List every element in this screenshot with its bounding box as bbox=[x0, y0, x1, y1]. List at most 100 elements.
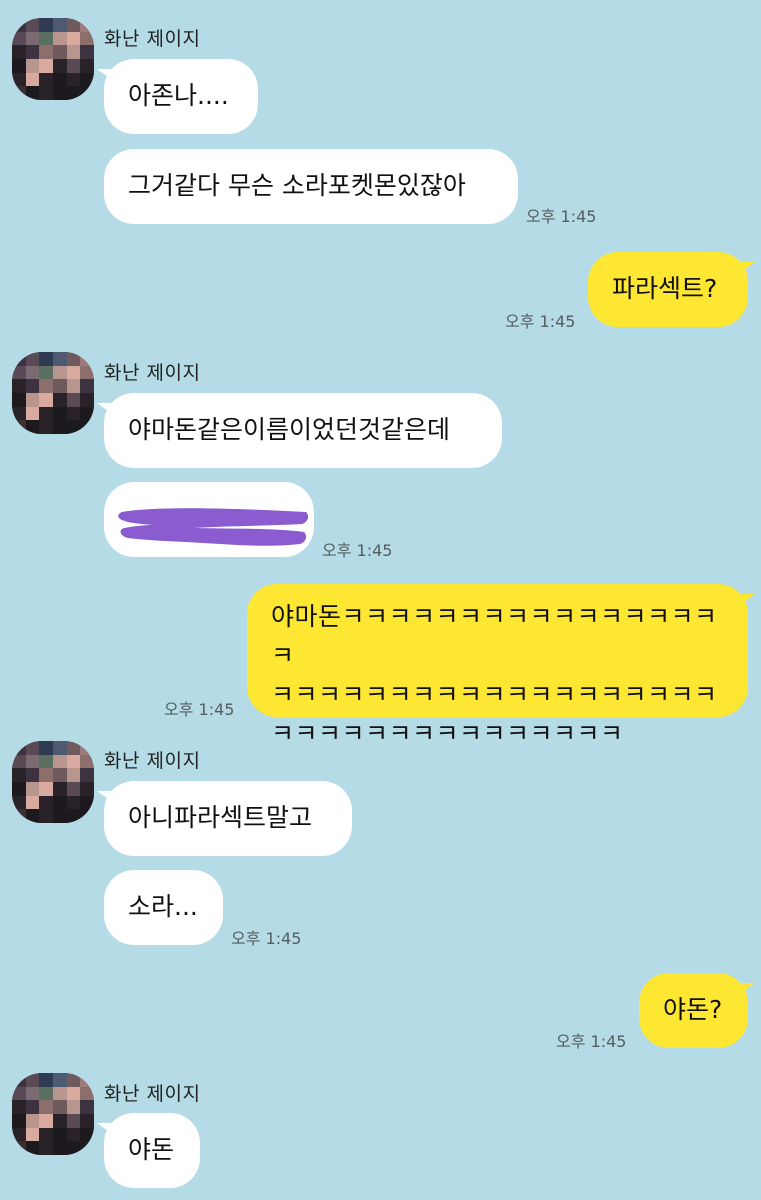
avatar-pixel bbox=[80, 795, 94, 810]
avatar-pixel bbox=[80, 420, 94, 434]
avatar-pixel bbox=[66, 795, 81, 810]
incoming-message[interactable]: 아니파라섹트말고 bbox=[97, 781, 352, 856]
avatar-pixel bbox=[12, 72, 26, 87]
avatar-pixel bbox=[39, 420, 53, 434]
avatar-pixel bbox=[39, 406, 53, 421]
avatar[interactable] bbox=[12, 1073, 94, 1155]
incoming-message[interactable]: 아존나.... bbox=[97, 59, 258, 134]
avatar-pixel bbox=[25, 768, 40, 782]
avatar-pixel bbox=[12, 1073, 26, 1087]
avatar-pixel bbox=[25, 1141, 40, 1155]
avatar-pixel bbox=[53, 1114, 67, 1128]
avatar-pixel bbox=[53, 420, 67, 434]
avatar-pixel bbox=[80, 352, 94, 366]
incoming-message[interactable]: 야마돈같은이름이었던것같은데 bbox=[97, 393, 502, 468]
avatar-pixel bbox=[80, 1127, 94, 1142]
avatar-pixel bbox=[25, 1073, 40, 1087]
avatar-pixel bbox=[66, 741, 81, 755]
avatar-pixel bbox=[53, 59, 67, 73]
message-time: 오후 1:45 bbox=[164, 700, 235, 719]
avatar-pixel bbox=[39, 782, 53, 796]
message-text: 소라... bbox=[128, 892, 198, 921]
avatar-pixel bbox=[80, 1073, 94, 1087]
avatar-pixel bbox=[80, 754, 94, 769]
avatar-pixel bbox=[12, 420, 26, 434]
message-text: 그거같다 무슨 소라포켓몬있잖아 bbox=[128, 171, 466, 200]
sender-name: 화난 제이지 bbox=[104, 28, 201, 50]
avatar-pixel bbox=[80, 31, 94, 46]
outgoing-message[interactable]: 파라섹트? bbox=[588, 252, 755, 327]
avatar-pixel bbox=[12, 741, 26, 755]
incoming-message[interactable]: 그거같다 무슨 소라포켓몬있잖아 bbox=[104, 149, 518, 224]
avatar-pixel bbox=[12, 352, 26, 366]
message-text: 아존나.... bbox=[128, 81, 229, 110]
message-time: 오후 1:45 bbox=[505, 312, 576, 331]
avatar-pixel bbox=[80, 365, 94, 380]
message-text: 야돈 bbox=[128, 1135, 175, 1164]
avatar-pixel bbox=[39, 59, 53, 73]
avatar-pixel bbox=[80, 59, 94, 73]
avatar-pixel bbox=[53, 1127, 67, 1142]
avatar-pixel bbox=[39, 86, 53, 100]
avatar-pixel bbox=[12, 1100, 26, 1114]
avatar-pixel bbox=[53, 795, 67, 810]
avatar-pixel bbox=[53, 352, 67, 366]
avatar-pixel bbox=[66, 420, 81, 434]
incoming-message[interactable]: 소라... bbox=[104, 870, 223, 945]
avatar-pixel bbox=[25, 420, 40, 434]
avatar-pixel bbox=[53, 45, 67, 59]
avatar-pixel bbox=[12, 406, 26, 421]
avatar-pixel bbox=[39, 379, 53, 393]
avatar-pixel bbox=[53, 1086, 67, 1101]
avatar-pixel bbox=[39, 754, 53, 769]
outgoing-message[interactable]: 야돈? bbox=[639, 973, 755, 1048]
avatar[interactable] bbox=[12, 741, 94, 823]
avatar-pixel bbox=[53, 1073, 67, 1087]
avatar-pixel bbox=[66, 754, 81, 769]
avatar-pixel bbox=[53, 406, 67, 421]
message-time: 오후 1:45 bbox=[231, 929, 302, 948]
message-text: 야돈? bbox=[663, 995, 723, 1024]
message-text-line: 야마돈ㅋㅋㅋㅋㅋㅋㅋㅋㅋㅋㅋㅋㅋㅋㅋㅋㅋ bbox=[271, 602, 718, 670]
avatar-pixel bbox=[53, 754, 67, 769]
avatar-pixel bbox=[25, 45, 40, 59]
outgoing-message[interactable]: 야마돈ㅋㅋㅋㅋㅋㅋㅋㅋㅋㅋㅋㅋㅋㅋㅋㅋㅋ ㅋㅋㅋㅋㅋㅋㅋㅋㅋㅋㅋㅋㅋㅋㅋㅋㅋㅋㅋ… bbox=[247, 584, 755, 748]
avatar-pixel bbox=[80, 1141, 94, 1155]
message-text: 야마돈같은이름이었던것같은데 bbox=[128, 415, 451, 444]
avatar-pixel bbox=[25, 1114, 40, 1128]
avatar-pixel bbox=[39, 1114, 53, 1128]
avatar-pixel bbox=[80, 1114, 94, 1128]
avatar-pixel bbox=[80, 1086, 94, 1101]
avatar-pixel bbox=[39, 1141, 53, 1155]
avatar-pixel bbox=[25, 86, 40, 100]
avatar-pixel bbox=[25, 1100, 40, 1114]
avatar-pixel bbox=[80, 809, 94, 823]
sender-name: 화난 제이지 bbox=[104, 362, 201, 384]
avatar-pixel bbox=[12, 393, 26, 407]
incoming-message[interactable]: 야돈 bbox=[97, 1113, 200, 1188]
avatar-pixel bbox=[39, 72, 53, 87]
avatar-pixel bbox=[66, 45, 81, 59]
avatar-pixel bbox=[66, 1127, 81, 1142]
avatar-pixel bbox=[53, 31, 67, 46]
avatar-pixel bbox=[53, 768, 67, 782]
avatar-pixel bbox=[25, 1127, 40, 1142]
avatar-pixel bbox=[66, 1073, 81, 1087]
avatar-pixel bbox=[39, 1073, 53, 1087]
avatar-pixel bbox=[25, 741, 40, 755]
avatar-pixel bbox=[66, 31, 81, 46]
avatar-pixel bbox=[53, 72, 67, 87]
avatar-pixel bbox=[66, 406, 81, 421]
avatar-pixel bbox=[66, 86, 81, 100]
avatar-pixel bbox=[39, 45, 53, 59]
avatar[interactable] bbox=[12, 352, 94, 434]
avatar-pixel bbox=[66, 1141, 81, 1155]
incoming-message[interactable] bbox=[104, 482, 314, 557]
avatar-pixel bbox=[53, 1100, 67, 1114]
avatar[interactable] bbox=[12, 18, 94, 100]
avatar-pixel bbox=[80, 72, 94, 87]
avatar-pixel bbox=[66, 72, 81, 87]
avatar-pixel bbox=[39, 352, 53, 366]
avatar-pixel bbox=[39, 18, 53, 32]
avatar-pixel bbox=[39, 1127, 53, 1142]
